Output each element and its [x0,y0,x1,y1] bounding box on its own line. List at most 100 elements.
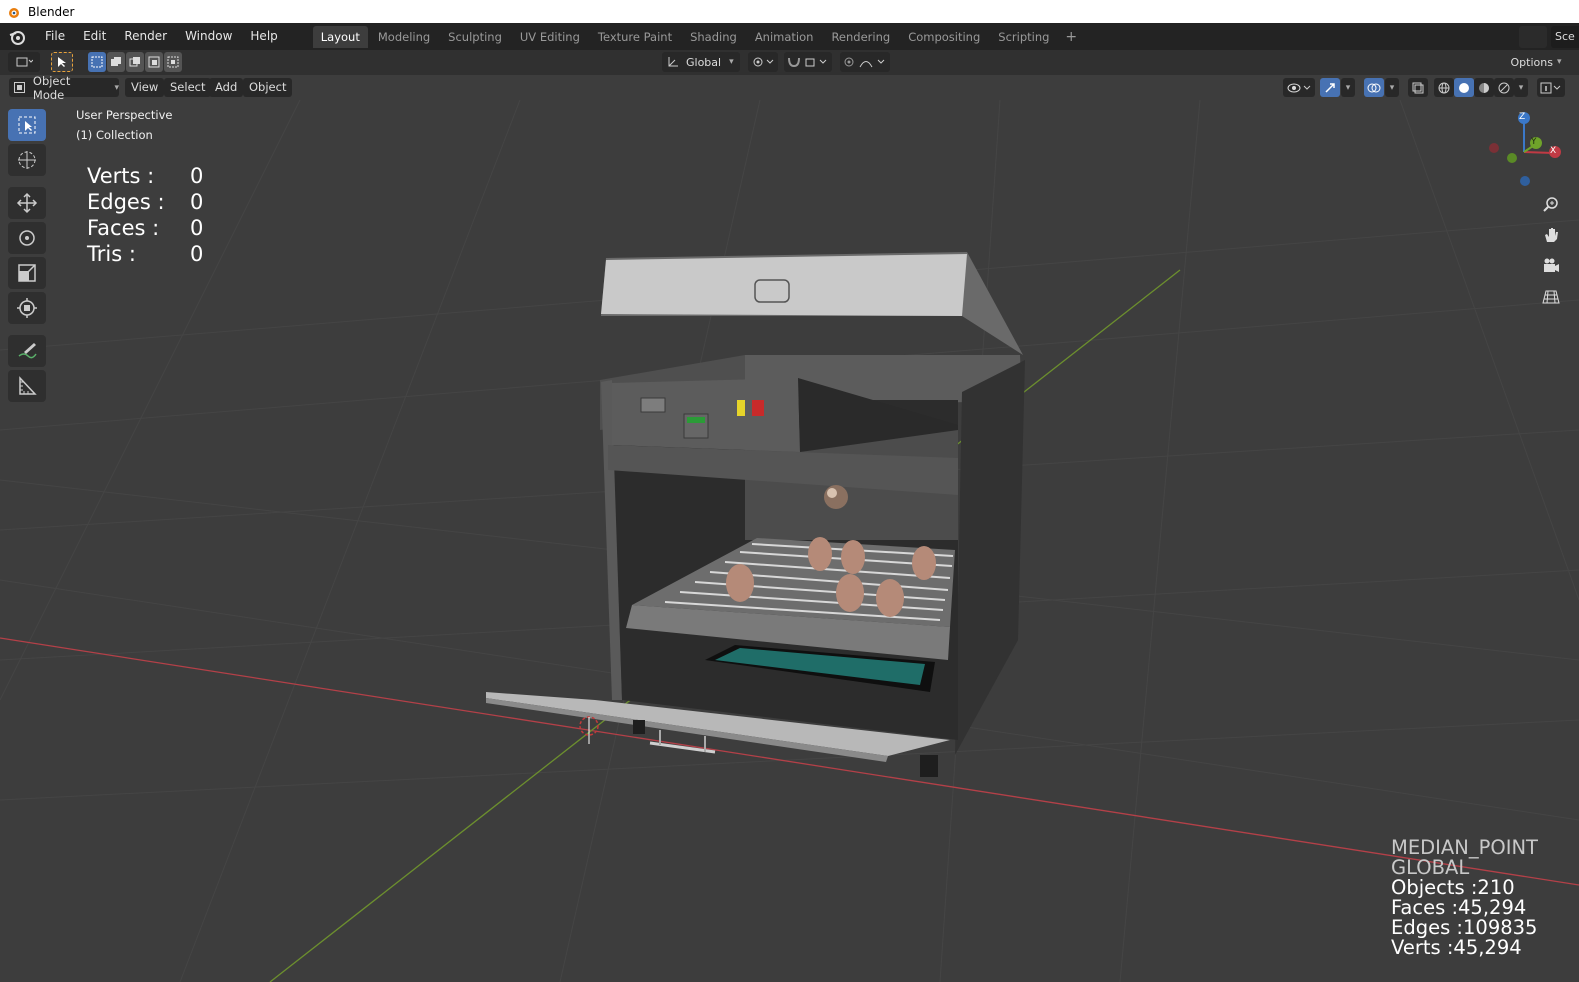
gizmo-y-label: Y [1531,137,1537,147]
tool-cursor[interactable] [8,144,46,176]
info-panel-icon [1540,82,1561,93]
faces-count-text: Faces :45,294 [1391,896,1527,919]
3d-viewport[interactable]: Z Y X User Perspective (1) Collection [0,100,1579,982]
select-mode-invert-button[interactable] [145,52,163,72]
pivot-point-dropdown[interactable] [748,52,778,72]
magnet-icon [788,57,827,68]
blender-menu-icon[interactable] [8,28,26,46]
chevron-down-icon: ▾ [1518,82,1524,93]
tab-rendering[interactable]: Rendering [823,26,898,48]
gizmo-dropdown[interactable]: ▾ [1341,78,1355,97]
transform-orientation-dropdown[interactable]: Global ▾ [662,52,740,72]
select-mode-extend-button[interactable] [107,52,125,72]
tab-shading[interactable]: Shading [682,26,745,48]
xray-icon [1412,82,1424,93]
menu-file[interactable]: File [36,23,74,50]
menu-window[interactable]: Window [176,23,241,50]
sidebar-toggle-dropdown[interactable] [1537,78,1565,97]
chevron-down-icon: ▾ [114,82,119,93]
active-collection-label: (1) Collection [76,128,153,142]
select-mode-subtract-button[interactable] [126,52,144,72]
chevron-down-icon: ▾ [1389,82,1395,93]
menu-render[interactable]: Render [115,23,176,50]
overlays-icon [1367,83,1381,92]
zoom-button[interactable] [1537,191,1564,218]
top-menu-bar: File Edit Render Window Help Layout Mode… [0,23,1579,50]
viewport-header: Object Mode ▾ View Select Add Object ▾ ▾… [0,74,1579,102]
shading-material-button[interactable] [1474,78,1494,97]
move-arrows-icon [16,192,38,214]
scale-icon [18,264,36,282]
window-titlebar: Blender [0,0,1579,23]
tab-modeling[interactable]: Modeling [370,26,438,48]
select-mode-new-button[interactable] [88,52,106,72]
ortho-toggle-button[interactable] [1537,283,1564,310]
tool-measure[interactable] [8,370,46,402]
select-box-icon [18,116,36,134]
verts-count-text: Verts :45,294 [1391,936,1522,959]
cursor-arrow-icon [58,57,66,67]
menu-edit[interactable]: Edit [74,23,115,50]
visibility-dropdown[interactable] [1283,78,1315,97]
tool-rotate[interactable] [8,222,46,254]
select-extend-icon [111,57,121,66]
menu-select[interactable]: Select [164,78,212,97]
edges-count-text: Edges :109835 [1391,916,1538,939]
shading-dropdown[interactable]: ▾ [1514,78,1528,97]
snapping-controls[interactable] [784,52,832,72]
pivot-icon [753,57,774,67]
object-mode-label: Object Mode [32,73,71,102]
rotate-icon [19,230,35,246]
select-subtract-icon [129,57,140,67]
menu-add[interactable]: Add [209,78,244,97]
shading-solid-button[interactable] [1454,78,1474,97]
tool-scale[interactable] [8,257,46,289]
tool-annotate[interactable] [8,335,46,367]
object-mode-icon [14,82,25,93]
tool-transform[interactable] [8,292,46,324]
grid-perspective-icon [1541,290,1560,303]
options-dropdown[interactable]: Options ▾ [1506,52,1566,72]
select-new-icon [91,56,103,68]
eye-icon [1287,83,1311,92]
tab-scripting[interactable]: Scripting [990,26,1057,48]
tab-layout[interactable]: Layout [312,25,368,48]
orientation-mode-text: GLOBAL [1391,856,1470,879]
tool-move[interactable] [8,187,46,219]
tab-sculpting[interactable]: Sculpting [440,26,510,48]
object-mode-dropdown[interactable]: Object Mode ▾ [9,74,119,102]
tool-shelf [8,109,49,405]
tab-animation[interactable]: Animation [747,26,822,48]
material-sphere-icon [1479,82,1489,93]
scene-name-field[interactable]: Sce [1551,25,1579,48]
faces-label: Faces : [87,216,160,240]
menu-object[interactable]: Object [243,78,293,97]
shading-wireframe-button[interactable] [1434,78,1454,97]
xray-toggle-button[interactable] [1408,78,1428,97]
orientation-label: Global [686,55,722,69]
gizmo-toggle-button[interactable] [1320,78,1340,97]
select-mode-intersect-button[interactable] [164,52,182,72]
select-tool-button[interactable] [51,52,73,72]
tool-select-box[interactable] [8,109,46,141]
add-workspace-button[interactable]: + [1059,29,1083,45]
tab-texture-paint[interactable]: Texture Paint [590,26,680,48]
menu-help[interactable]: Help [241,23,286,50]
scene-icon[interactable] [1519,25,1547,48]
overlays-toggle-button[interactable] [1364,78,1384,97]
overlays-dropdown[interactable]: ▾ [1385,78,1399,97]
selection-stats: Verts : 0 Edges : 0 Faces : 0 Tris : 0 [87,163,203,267]
editor-type-icon [16,57,33,67]
editor-type-button[interactable] [8,52,40,72]
menu-view[interactable]: View [125,78,165,97]
tab-uv-editing[interactable]: UV Editing [512,26,588,48]
wireframe-sphere-icon [1438,82,1450,93]
window-title: Blender [28,4,75,19]
pan-button[interactable] [1537,221,1564,248]
camera-view-button[interactable] [1537,252,1564,279]
tab-compositing[interactable]: Compositing [900,26,988,48]
proportional-editing-controls[interactable] [840,52,890,72]
cursor-icon [18,151,36,169]
shading-rendered-button[interactable] [1494,78,1514,97]
view-perspective-label: User Perspective [76,108,173,122]
